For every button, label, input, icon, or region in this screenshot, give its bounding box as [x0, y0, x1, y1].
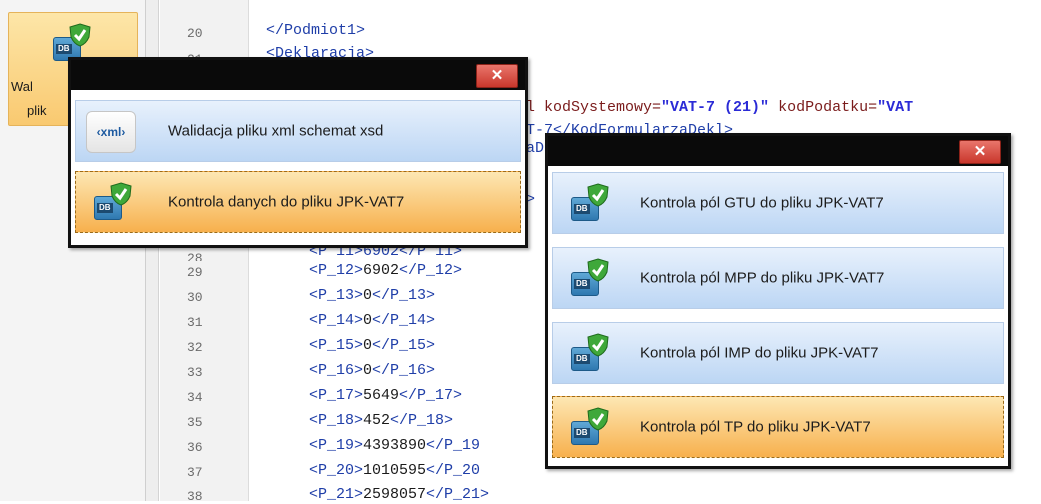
validation-menu-popup: ✕ ‹xml› Walidacja pliku xml schemat xsd …	[68, 57, 528, 248]
code-line: <Deklaracja>	[266, 45, 375, 57]
line-number: 38	[187, 489, 203, 504]
xml-icon: ‹xml›	[86, 111, 136, 153]
db-check-icon: DB	[53, 23, 91, 61]
menu-item-imp-check[interactable]: DB Kontrola pól IMP do pliku JPK-VAT7	[552, 322, 1004, 384]
menu-item-tp-check[interactable]: DB Kontrola pól TP do pliku JPK-VAT7	[552, 396, 1004, 458]
menu-item-label: Kontrola pól TP do pliku JPK-VAT7	[640, 418, 871, 436]
db-check-icon: DB	[571, 407, 609, 445]
line-number: 30	[187, 290, 203, 305]
line-number: 28	[187, 251, 203, 261]
menu-item-mpp-check[interactable]: DB Kontrola pól MPP do pliku JPK-VAT7	[552, 247, 1004, 309]
code-line: <P_17>5649</P_17>	[309, 387, 463, 404]
line-number: 32	[187, 340, 203, 355]
menu-item-label: Kontrola pól IMP do pliku JPK-VAT7	[640, 344, 879, 362]
line-number: 34	[187, 390, 203, 405]
db-check-icon: DB	[571, 258, 609, 296]
popup-titlebar[interactable]: ✕	[548, 136, 1008, 166]
code-line: <P_15>0</P_15>	[309, 337, 436, 354]
db-check-icon: DB	[571, 333, 609, 371]
code-line: <P_20>1010595</P_20	[309, 462, 481, 479]
code-line: <P_13>0</P_13>	[309, 287, 436, 304]
ribbon-button-label-1: Wal	[11, 79, 33, 94]
code-line: <P_19>4393890</P_19	[309, 437, 481, 454]
code-line: </Podmiot1>	[266, 22, 366, 39]
close-button[interactable]: ✕	[959, 140, 1001, 164]
menu-item-xml-validation[interactable]: ‹xml› Walidacja pliku xml schemat xsd	[75, 100, 521, 162]
menu-item-label: Kontrola danych do pliku JPK-VAT7	[168, 193, 405, 211]
code-line: <P_12>6902</P_12>	[309, 262, 463, 279]
menu-item-label: Walidacja pliku xml schemat xsd	[168, 122, 384, 140]
code-line: <P_21>2598057</P_21>	[309, 486, 490, 503]
db-check-icon: DB	[571, 183, 609, 221]
line-number: 31	[187, 315, 203, 330]
field-check-submenu-popup: ✕ DB Kontrola pól GTU do pliku JPK-VAT7 …	[545, 133, 1011, 469]
menu-item-gtu-check[interactable]: DB Kontrola pól GTU do pliku JPK-VAT7	[552, 172, 1004, 234]
code-line: aD	[526, 140, 545, 157]
code-line: l kodSystemowy="VAT-7 (21)" kodPodatku="…	[526, 99, 914, 116]
ribbon-button-label-2: plik	[27, 103, 47, 118]
popup-titlebar[interactable]: ✕	[71, 60, 525, 90]
line-number: 36	[187, 440, 203, 455]
db-check-icon: DB	[94, 182, 132, 220]
menu-item-label: Kontrola pól MPP do pliku JPK-VAT7	[640, 269, 885, 287]
code-line: <P_16>0</P_16>	[309, 362, 436, 379]
code-line: <P_14>0</P_14>	[309, 312, 436, 329]
line-number: 37	[187, 465, 203, 480]
close-button[interactable]: ✕	[476, 64, 518, 88]
menu-item-jpk-vat7-check[interactable]: DB Kontrola danych do pliku JPK-VAT7	[75, 171, 521, 233]
line-number: 35	[187, 415, 203, 430]
line-number: 29	[187, 265, 203, 280]
line-number: 33	[187, 365, 203, 380]
line-number: 20	[187, 26, 203, 41]
menu-item-label: Kontrola pól GTU do pliku JPK-VAT7	[640, 194, 884, 212]
code-line: <P_18>452</P_18>	[309, 412, 454, 429]
